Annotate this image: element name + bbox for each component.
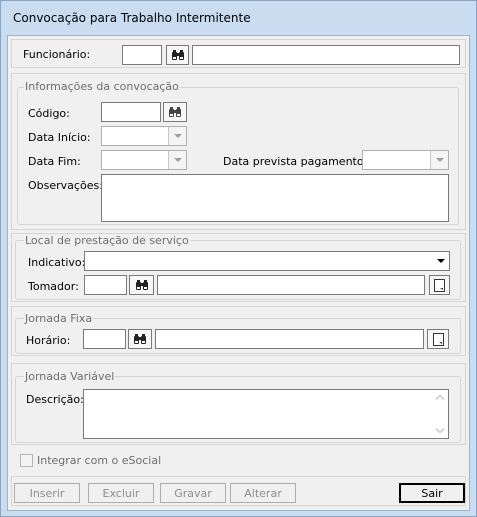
descricao-label: Descrição: [26, 393, 84, 406]
observacoes-label: Observações: [28, 179, 103, 192]
data-pagamento-select[interactable] [362, 150, 449, 170]
data-inicio-select[interactable] [101, 126, 187, 146]
document-icon [434, 278, 445, 292]
descricao-scrollbar[interactable] [432, 390, 448, 438]
jornada-variavel-panel: Jornada Variável Descrição: [11, 363, 466, 445]
action-bar: Inserir Excluir Gravar Alterar Sair [11, 476, 466, 506]
horario-name-input[interactable] [155, 329, 424, 349]
binoculars-icon [135, 280, 148, 290]
title-bar[interactable]: Convocação para Trabalho Intermitente [1, 1, 476, 35]
window-title: Convocação para Trabalho Intermitente [13, 11, 251, 25]
codigo-search-button[interactable] [163, 102, 187, 122]
document-icon [432, 332, 444, 346]
observacoes-textarea[interactable] [101, 174, 449, 222]
binoculars-icon [134, 334, 146, 344]
jornada-fixa-legend: Jornada Fixa [24, 312, 94, 325]
horario-lookup-button[interactable] [427, 329, 449, 349]
chevron-down-icon[interactable] [168, 151, 186, 169]
sair-button[interactable]: Sair [399, 483, 465, 503]
local-panel: Local de prestação de serviço Indicativo… [11, 233, 466, 302]
gravar-button[interactable]: Gravar [160, 483, 226, 503]
horario-search-button[interactable] [128, 329, 152, 349]
tomador-search-button[interactable] [129, 275, 154, 295]
horario-label: Horário: [26, 334, 71, 347]
scroll-up-icon[interactable] [436, 395, 444, 400]
descricao-textarea[interactable] [83, 389, 449, 439]
data-inicio-label: Data Início: [28, 131, 91, 144]
tomador-name-input[interactable] [157, 275, 425, 295]
indicativo-label: Indicativo: [28, 256, 86, 269]
funcionario-label: Funcionário: [23, 48, 91, 61]
inserir-button[interactable]: Inserir [14, 483, 80, 503]
indicativo-select[interactable] [84, 251, 450, 271]
dialog-body: Funcionário: Informações da convocação C… [7, 35, 470, 511]
funcionario-code-input[interactable] [122, 45, 162, 65]
binoculars-icon [171, 50, 184, 60]
esocial-label: Integrar com o eSocial [37, 453, 162, 467]
tomador-label: Tomador: [28, 280, 79, 293]
binoculars-icon [169, 107, 181, 117]
jornada-variavel-legend: Jornada Variável [24, 370, 116, 383]
data-fim-select[interactable] [101, 150, 187, 170]
funcionario-search-button[interactable] [166, 45, 189, 65]
chevron-down-icon[interactable] [430, 151, 448, 169]
codigo-input[interactable] [101, 102, 161, 122]
tomador-lookup-button[interactable] [429, 275, 450, 295]
funcionario-name-input[interactable] [192, 45, 460, 65]
data-fim-label: Data Fim: [28, 155, 81, 168]
data-pagamento-label: Data prevista pagamento: [223, 155, 368, 168]
scroll-down-icon[interactable] [436, 428, 444, 433]
jornada-fixa-panel: Jornada Fixa Horário: [11, 306, 466, 356]
esocial-option[interactable]: Integrar com o eSocial [20, 453, 161, 467]
local-legend: Local de prestação de serviço [24, 234, 190, 247]
convocacao-legend: Informações da convocação [24, 80, 180, 93]
tomador-code-input[interactable] [84, 275, 127, 295]
chevron-down-icon[interactable] [432, 252, 449, 270]
horario-code-input[interactable] [83, 329, 126, 349]
convocacao-panel: Informações da convocação Código: Data I… [11, 73, 466, 230]
chevron-down-icon[interactable] [168, 127, 186, 145]
esocial-checkbox[interactable] [20, 453, 33, 467]
codigo-label: Código: [28, 107, 70, 120]
alterar-button[interactable]: Alterar [230, 483, 296, 503]
funcionario-panel: Funcionário: [11, 39, 466, 68]
excluir-button[interactable]: Excluir [88, 483, 154, 503]
